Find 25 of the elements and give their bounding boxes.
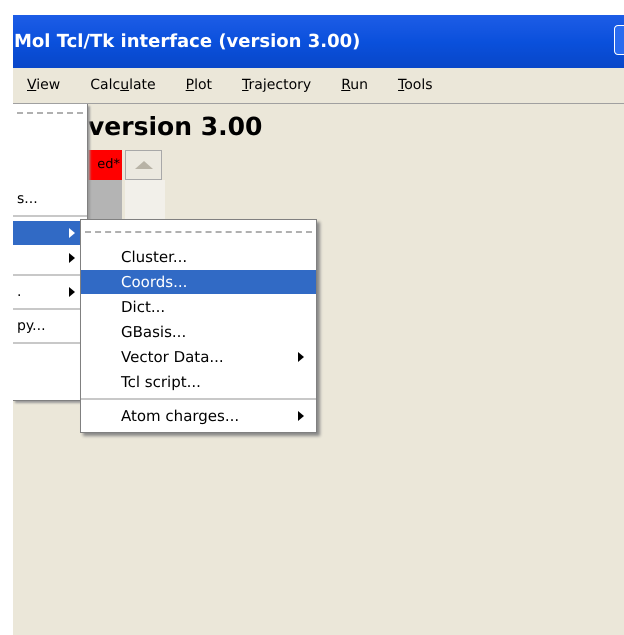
menu-bar-item[interactable]: View	[27, 75, 60, 96]
status-field: ed*	[88, 150, 122, 180]
scroll-up-button[interactable]	[125, 150, 162, 180]
window-title: Mol Tcl/Tk interface (version 3.00)	[13, 30, 360, 54]
submenu-item[interactable]: Vector Data...	[81, 345, 316, 369]
up-arrow-icon	[134, 161, 152, 169]
submenu-item[interactable]: Atom charges...	[81, 404, 316, 428]
submenu-arrow-icon	[69, 228, 75, 238]
menu-bar-item[interactable]: Plot	[186, 75, 212, 96]
menu-bar-item[interactable]: Run	[341, 75, 368, 96]
submenu-arrow-icon	[69, 253, 75, 263]
scrollbar-track[interactable]	[125, 180, 165, 220]
menu-item[interactable]: Cluster...	[81, 245, 316, 269]
submenu-arrow-icon	[298, 352, 304, 362]
list-column	[88, 180, 122, 220]
heading: version 3.00	[88, 112, 262, 142]
menu-bar-item[interactable]: Tools	[398, 75, 433, 96]
menu-item[interactable]: GBasis...	[81, 320, 316, 344]
menu-bar-item[interactable]: Calculate	[90, 75, 156, 96]
submenu-arrow-icon	[298, 411, 304, 421]
menu-item[interactable]: Tcl script...	[81, 370, 316, 394]
menu-item[interactable]: s...	[13, 187, 87, 211]
menu-bar-item[interactable]: Trajectory	[242, 75, 312, 96]
submenu-arrow-icon	[69, 287, 75, 297]
menu-item[interactable]: Coords...	[81, 270, 316, 294]
